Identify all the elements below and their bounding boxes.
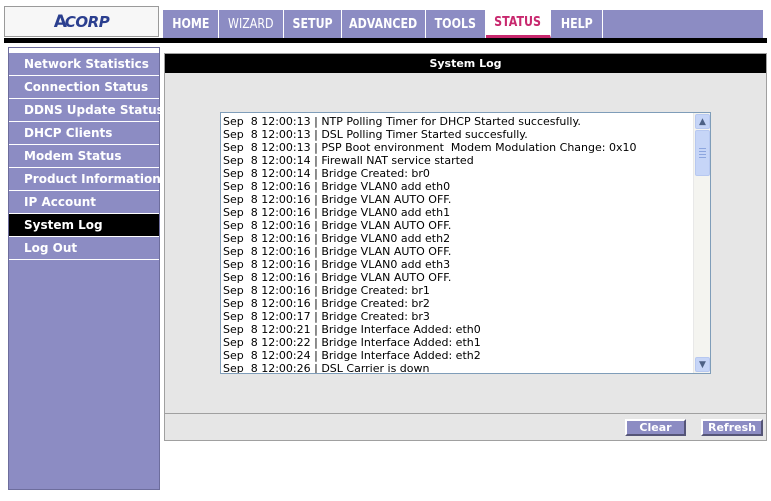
- tab-status[interactable]: STATUS: [486, 10, 551, 38]
- button-bar: Clear Refresh: [165, 413, 766, 440]
- log-line: Sep 8 12:00:14 | Bridge Created: br0: [223, 167, 430, 180]
- sidebar: Network Statistics Connection Status DDN…: [8, 47, 164, 490]
- log-line: Sep 8 12:00:26 | DSL Carrier is down: [223, 362, 430, 374]
- sidebar-item-log-out[interactable]: Log Out: [9, 237, 159, 260]
- log-line: Sep 8 12:00:24 | Bridge Interface Added:…: [223, 349, 481, 362]
- log-line: Sep 8 12:00:16 | Bridge VLAN AUTO OFF.: [223, 219, 452, 232]
- log-line: Sep 8 12:00:16 | Bridge VLAN AUTO OFF.: [223, 271, 452, 284]
- tab-wizard[interactable]: WIZARD: [219, 10, 284, 38]
- tab-setup-label: SETUP: [292, 16, 333, 32]
- tab-setup[interactable]: SETUP: [284, 10, 342, 38]
- sidebar-item-product-information[interactable]: Product Information: [9, 168, 161, 191]
- header-divider: [4, 38, 767, 43]
- clear-button[interactable]: Clear: [625, 419, 686, 436]
- log-line: Sep 8 12:00:16 | Bridge VLAN0 add eth1: [223, 206, 451, 219]
- refresh-button[interactable]: Refresh: [701, 419, 763, 436]
- log-line: Sep 8 12:00:16 | Bridge VLAN0 add eth0: [223, 180, 451, 193]
- log-line: Sep 8 12:00:17 | Bridge Created: br3: [223, 310, 430, 323]
- log-line: Sep 8 12:00:21 | Bridge Interface Added:…: [223, 323, 481, 336]
- log-line: Sep 8 12:00:16 | Bridge VLAN AUTO OFF.: [223, 193, 452, 206]
- tab-status-label: STATUS: [494, 15, 542, 30]
- log-line: Sep 8 12:00:16 | Bridge Created: br1: [223, 284, 430, 297]
- scroll-thumb[interactable]: [695, 130, 710, 176]
- tab-tools-label: TOOLS: [434, 16, 477, 32]
- top-navigation: HOME WIZARD SETUP ADVANCED TOOLS STATUS …: [163, 10, 763, 38]
- sidebar-item-network-statistics[interactable]: Network Statistics: [9, 53, 159, 76]
- sidebar-item-modem-status[interactable]: Modem Status: [9, 145, 159, 168]
- brand-logo: A CORP: [4, 6, 159, 37]
- tab-advanced[interactable]: ADVANCED: [342, 10, 426, 38]
- log-line: Sep 8 12:00:13 | NTP Polling Timer for D…: [223, 115, 581, 128]
- log-line: Sep 8 12:00:22 | Bridge Interface Added:…: [223, 336, 481, 349]
- scroll-up-icon[interactable]: ▲: [695, 114, 710, 129]
- log-line: Sep 8 12:00:16 | Bridge VLAN0 add eth3: [223, 258, 451, 271]
- sidebar-item-ip-account[interactable]: IP Account: [9, 191, 159, 214]
- system-log-textarea[interactable]: Sep 8 12:00:13 | NTP Polling Timer for D…: [220, 112, 711, 374]
- tab-advanced-label: ADVANCED: [349, 16, 418, 32]
- page-title: System Log: [165, 54, 766, 73]
- scroll-down-icon[interactable]: ▼: [695, 357, 710, 372]
- tab-tools[interactable]: TOOLS: [426, 10, 486, 38]
- tab-help-label: HELP: [560, 16, 593, 32]
- log-line: Sep 8 12:00:13 | DSL Polling Timer Start…: [223, 128, 528, 141]
- sidebar-item-ddns-update-status[interactable]: DDNS Update Status: [9, 99, 164, 122]
- tab-help[interactable]: HELP: [551, 10, 603, 38]
- log-line: Sep 8 12:00:14 | Firewall NAT service st…: [223, 154, 474, 167]
- log-lines: Sep 8 12:00:13 | NTP Polling Timer for D…: [223, 115, 693, 374]
- sidebar-item-connection-status[interactable]: Connection Status: [9, 76, 159, 99]
- log-line: Sep 8 12:00:16 | Bridge VLAN0 add eth2: [223, 232, 451, 245]
- sidebar-item-dhcp-clients[interactable]: DHCP Clients: [9, 122, 159, 145]
- tab-home-label: HOME: [171, 16, 210, 32]
- logo-text: CORP: [64, 12, 110, 31]
- log-scrollbar[interactable]: ▲ ▼: [693, 113, 710, 373]
- log-line: Sep 8 12:00:16 | Bridge Created: br2: [223, 297, 430, 310]
- log-line: Sep 8 12:00:16 | Bridge VLAN AUTO OFF.: [223, 245, 452, 258]
- tab-home[interactable]: HOME: [163, 10, 219, 38]
- log-line: Sep 8 12:00:13 | PSP Boot environment Mo…: [223, 141, 637, 154]
- tab-wizard-label: WIZARD: [228, 16, 274, 32]
- sidebar-item-system-log[interactable]: System Log: [9, 214, 159, 237]
- main-panel: System Log Sep 8 12:00:13 | NTP Polling …: [164, 53, 767, 441]
